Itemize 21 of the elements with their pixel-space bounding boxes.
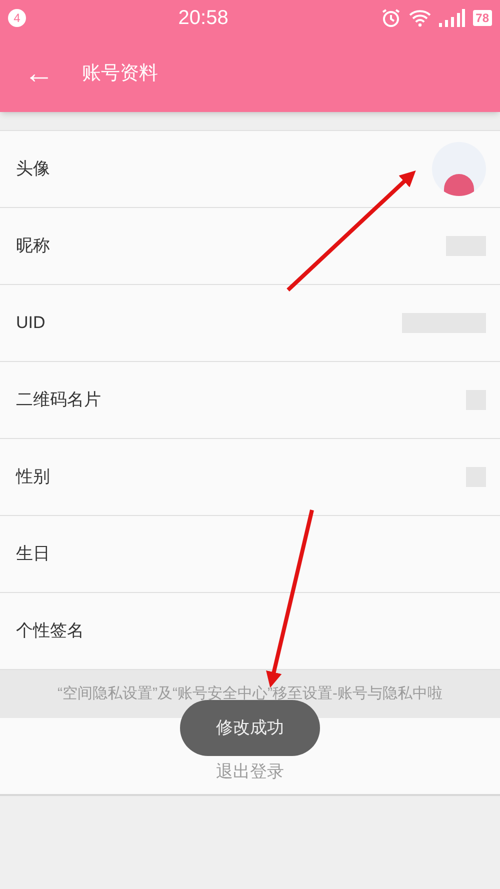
battery-indicator: 78 (472, 10, 492, 26)
alarm-icon (380, 8, 401, 28)
notification-badge: 4 (8, 9, 26, 27)
settings-row[interactable]: 性别 (0, 439, 500, 516)
wifi-icon (408, 9, 431, 27)
clock: 20:58 (177, 6, 230, 31)
settings-row[interactable]: 二维码名片 (0, 362, 500, 439)
settings-row[interactable]: UID (0, 285, 500, 362)
row-label: 个性签名 (16, 620, 84, 642)
row-label: 性别 (16, 466, 50, 488)
row-label: 二维码名片 (16, 389, 101, 412)
settings-row[interactable]: 生日 (0, 516, 500, 593)
success-toast: 修改成功 (180, 700, 320, 756)
row-label: 头像 (16, 158, 50, 180)
row-label: 生日 (16, 543, 50, 566)
row-label: UID (16, 312, 46, 334)
settings-row[interactable]: 头像 (0, 131, 500, 208)
page-title: 账号资料 (82, 62, 158, 86)
signal-icon (438, 9, 465, 27)
settings-row[interactable]: 昵称 (0, 208, 500, 285)
row-label: 昵称 (16, 235, 50, 258)
